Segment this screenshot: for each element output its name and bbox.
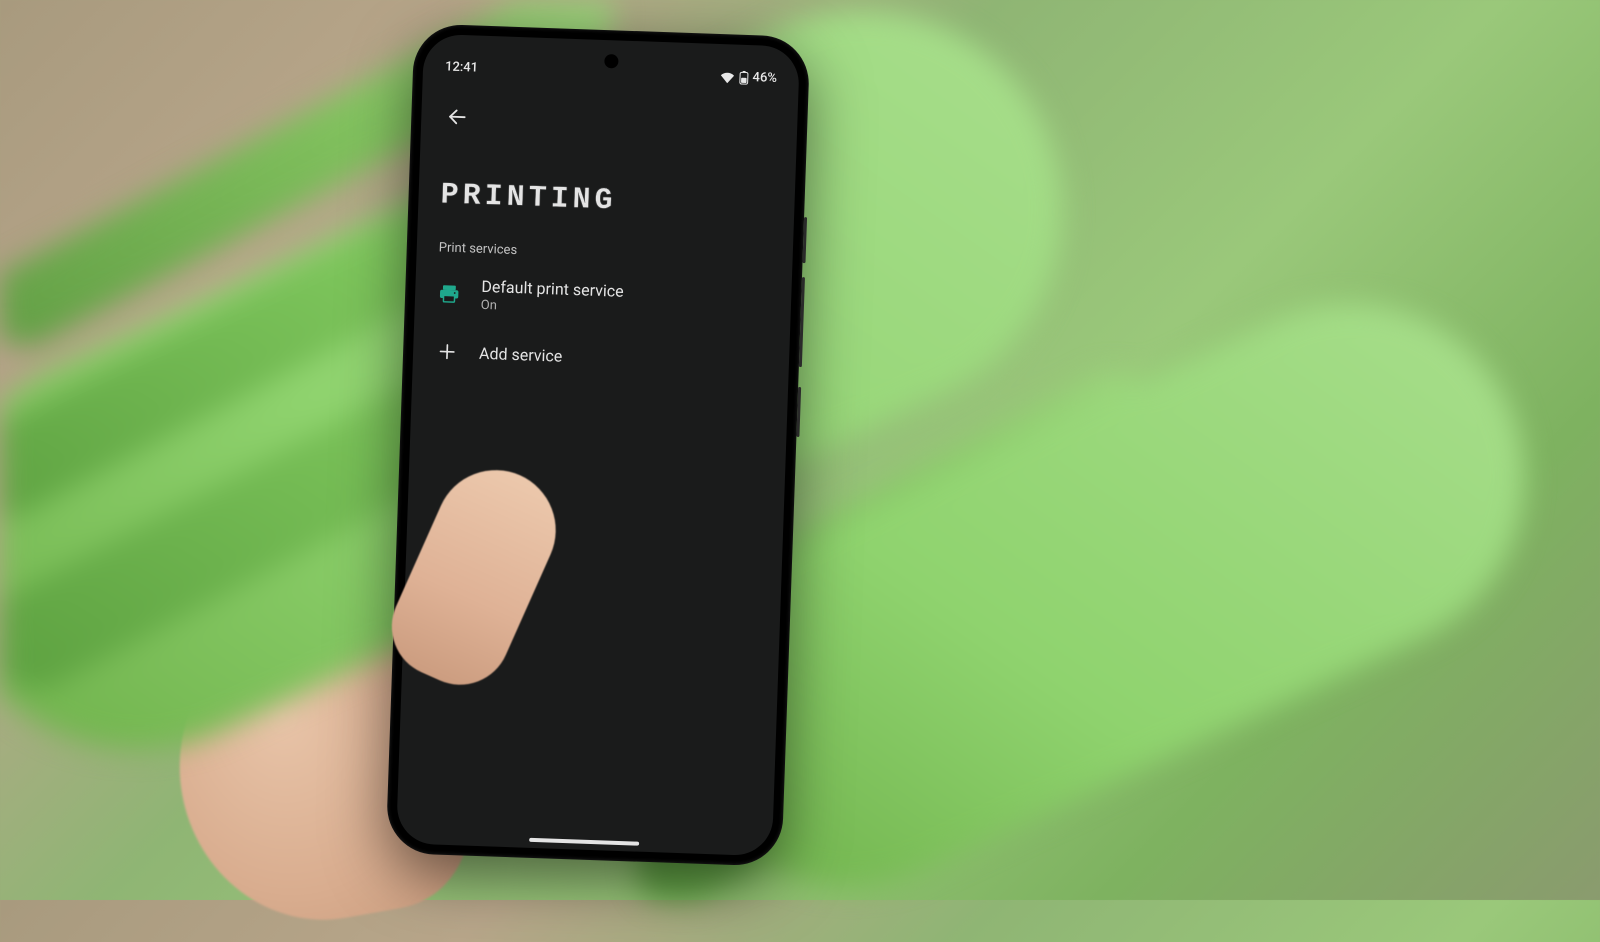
- plus-icon: [435, 339, 460, 364]
- phone-screen: 12:41 46% PRINTING: [396, 34, 800, 857]
- gesture-nav-handle[interactable]: [529, 838, 639, 846]
- phone-frame: 12:41 46% PRINTING: [386, 23, 811, 866]
- wifi-icon: [719, 71, 734, 84]
- status-time: 12:41: [445, 59, 478, 75]
- battery-icon: [738, 70, 748, 84]
- default-print-service-title: Default print service: [481, 277, 624, 301]
- page-title: PRINTING: [417, 146, 796, 253]
- printer-icon: [437, 281, 462, 306]
- battery-percent: 46%: [752, 70, 777, 86]
- arrow-back-icon: [446, 106, 469, 133]
- back-button[interactable]: [437, 98, 478, 139]
- default-print-service-status: On: [481, 298, 624, 318]
- add-service-title: Add service: [479, 343, 563, 365]
